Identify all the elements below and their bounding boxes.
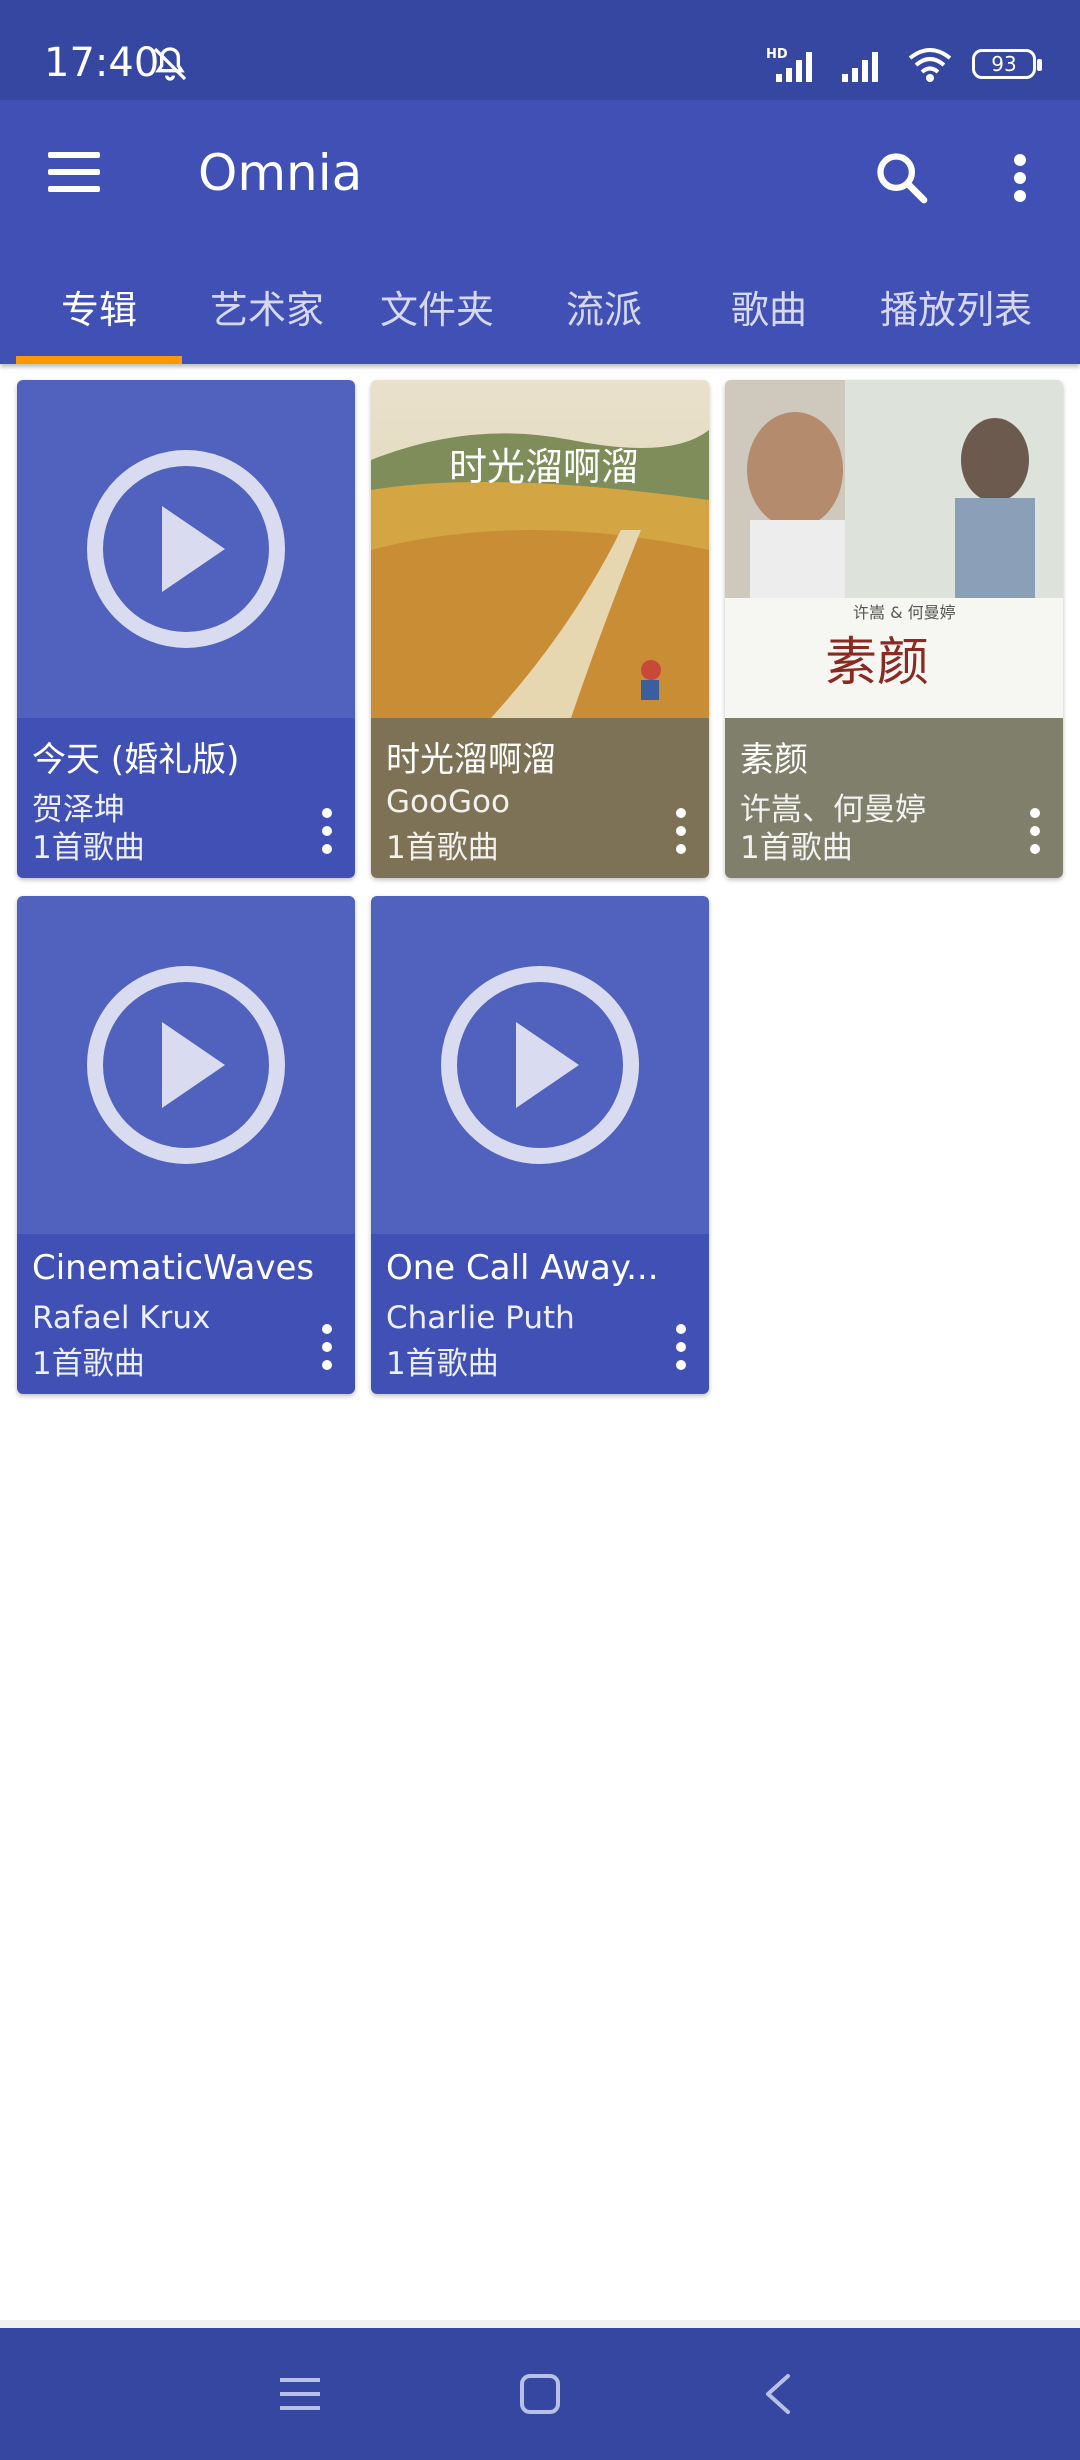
divider (0, 2320, 1080, 2328)
active-tab-indicator (16, 356, 182, 364)
album-artist: GooGoo (386, 784, 510, 820)
battery-level: 93 (991, 52, 1017, 76)
album-artist: Rafael Krux (32, 1300, 211, 1336)
album-art-placeholder (17, 380, 355, 718)
album-card[interactable]: One Call Away... Charlie Puth 1首歌曲 (371, 896, 709, 1394)
album-more-icon[interactable] (317, 808, 337, 860)
status-bar: 17:40 HD 93 (0, 0, 1080, 100)
tab-genres[interactable]: 流派 (522, 248, 686, 364)
system-nav-bar (0, 2328, 1080, 2460)
album-art-placeholder (371, 896, 709, 1234)
album-song-count: 1首歌曲 (32, 1346, 145, 1382)
menu-icon-line (48, 169, 100, 175)
album-title: CinematicWaves (32, 1248, 315, 1288)
back-icon[interactable] (760, 2372, 796, 2416)
status-time: 17:40 (44, 40, 160, 86)
album-art-placeholder (17, 896, 355, 1234)
tab-bar: 专辑 艺术家 文件夹 流派 歌曲 播放列表 (0, 248, 1080, 364)
cover-text: 时光溜啊溜 (449, 445, 639, 489)
album-song-count: 1首歌曲 (386, 830, 499, 866)
album-card[interactable]: 时光溜啊溜 时光溜啊溜 GooGoo 1首歌曲 (371, 380, 709, 878)
signal-icon (842, 52, 878, 82)
album-more-icon[interactable] (671, 808, 691, 860)
album-more-icon[interactable] (1025, 808, 1045, 860)
app-title: Omnia (198, 144, 363, 202)
menu-icon-line (48, 152, 100, 158)
status-icons: HD 93 (766, 44, 1042, 84)
album-card[interactable]: 许嵩 & 何曼婷 素颜 素颜 许嵩、何曼婷 1首歌曲 (725, 380, 1063, 878)
album-title: One Call Away... (386, 1248, 659, 1288)
album-song-count: 1首歌曲 (386, 1346, 499, 1382)
album-info: 素颜 许嵩、何曼婷 1首歌曲 (725, 718, 1063, 878)
menu-icon-line (48, 186, 100, 192)
tab-folders[interactable]: 文件夹 (352, 248, 522, 364)
recent-apps-icon[interactable] (278, 2374, 322, 2414)
album-cover-image: 许嵩 & 何曼婷 素颜 (725, 380, 1063, 718)
cover-text: 素颜 (825, 633, 929, 693)
tab-artists[interactable]: 艺术家 (182, 248, 352, 364)
tab-playlists[interactable]: 播放列表 (852, 248, 1060, 364)
home-icon[interactable] (518, 2372, 562, 2416)
wifi-icon (908, 48, 952, 82)
cover-subtext: 许嵩 & 何曼婷 (853, 603, 956, 622)
search-icon[interactable] (872, 148, 930, 206)
hd-label: HD (766, 47, 788, 62)
app-bar: Omnia (0, 100, 1080, 248)
album-title: 素颜 (740, 740, 808, 780)
album-artist: Charlie Puth (386, 1300, 575, 1336)
more-options-icon[interactable] (1000, 152, 1040, 204)
album-song-count: 1首歌曲 (32, 830, 145, 866)
album-title: 时光溜啊溜 (386, 740, 556, 780)
hd-signal-icon: HD (766, 47, 812, 82)
menu-button[interactable] (48, 152, 100, 196)
battery-icon: 93 (972, 49, 1042, 79)
album-card[interactable]: 今天 (婚礼版) 贺泽坤 1首歌曲 (17, 380, 355, 878)
notifications-muted-icon (153, 47, 187, 81)
album-title: 今天 (婚礼版) (32, 740, 240, 780)
album-info: CinematicWaves Rafael Krux 1首歌曲 (17, 1234, 355, 1394)
album-more-icon[interactable] (317, 1324, 337, 1376)
tab-albums[interactable]: 专辑 (16, 248, 182, 364)
album-info: 今天 (婚礼版) 贺泽坤 1首歌曲 (17, 718, 355, 878)
album-info: One Call Away... Charlie Puth 1首歌曲 (371, 1234, 709, 1394)
album-info: 时光溜啊溜 GooGoo 1首歌曲 (371, 718, 709, 878)
album-song-count: 1首歌曲 (740, 830, 853, 866)
album-more-icon[interactable] (671, 1324, 691, 1376)
album-card[interactable]: CinematicWaves Rafael Krux 1首歌曲 (17, 896, 355, 1394)
tab-songs[interactable]: 歌曲 (686, 248, 852, 364)
album-cover-image: 时光溜啊溜 (371, 380, 709, 718)
